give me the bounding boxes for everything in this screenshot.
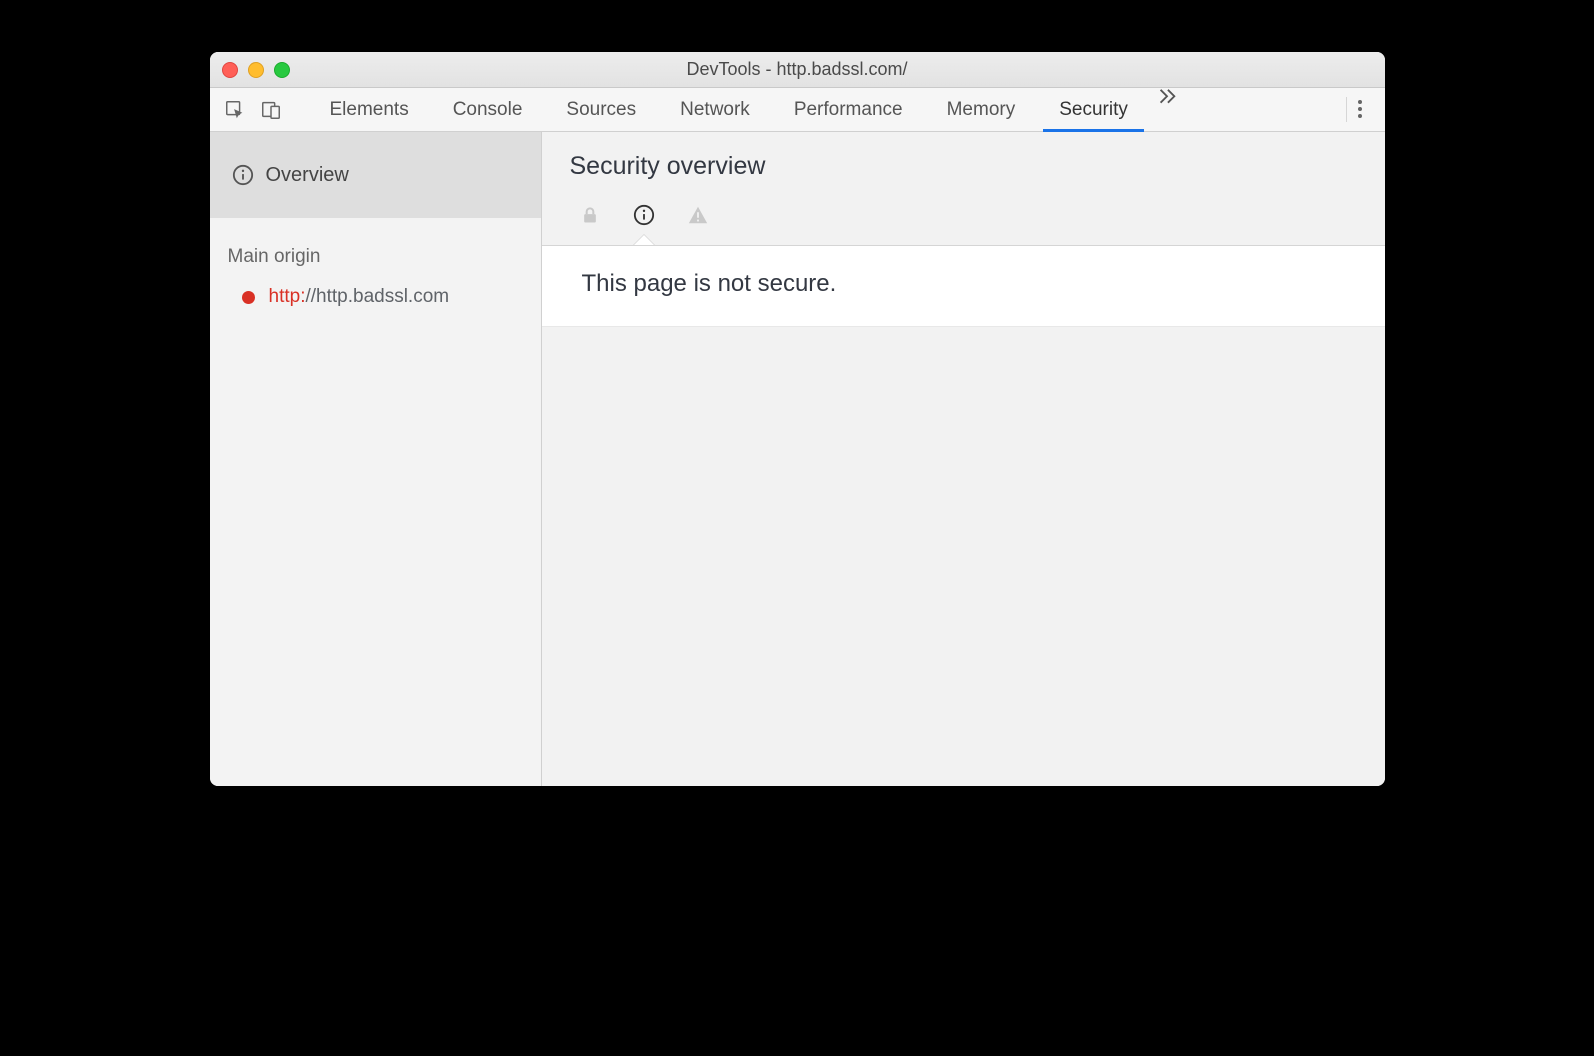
security-main: Security overview	[542, 132, 1385, 786]
panel-tabs: Elements Console Sources Network Perform…	[308, 88, 1178, 131]
origin-scheme: http:	[269, 286, 306, 307]
origin-rest: //http.badssl.com	[305, 286, 449, 307]
origin-url: http://http.badssl.com	[269, 286, 450, 308]
warning-icon[interactable]	[686, 203, 710, 227]
toolbar-icon-group	[224, 99, 282, 121]
tab-network[interactable]: Network	[658, 88, 772, 131]
tab-sources[interactable]: Sources	[544, 88, 658, 131]
titlebar[interactable]: DevTools - http.badssl.com/	[210, 52, 1385, 88]
devtools-window: DevTools - http.badssl.com/ Elements Con…	[210, 52, 1385, 786]
security-status-icons	[570, 181, 1357, 245]
device-toolbar-icon[interactable]	[260, 99, 282, 121]
close-button[interactable]	[222, 62, 238, 78]
settings-menu-icon[interactable]	[1346, 97, 1373, 123]
info-status-icon[interactable]	[632, 203, 656, 227]
window-title: DevTools - http.badssl.com/	[210, 59, 1385, 80]
overview-label: Overview	[266, 164, 349, 187]
info-icon	[232, 164, 254, 186]
status-dot-insecure-icon	[242, 291, 255, 304]
tab-console[interactable]: Console	[431, 88, 545, 131]
main-origin-header: Main origin	[210, 218, 541, 282]
overflow-tabs-icon[interactable]	[1156, 88, 1178, 131]
origin-row[interactable]: http://http.badssl.com	[210, 282, 541, 312]
lock-icon[interactable]	[578, 203, 602, 227]
tab-performance[interactable]: Performance	[772, 88, 925, 131]
minimize-button[interactable]	[248, 62, 264, 78]
main-header: Security overview	[542, 132, 1385, 245]
inspect-element-icon[interactable]	[224, 99, 246, 121]
devtools-toolbar: Elements Console Sources Network Perform…	[210, 88, 1385, 132]
panel-body: Overview Main origin http://http.badssl.…	[210, 132, 1385, 786]
tab-memory[interactable]: Memory	[925, 88, 1038, 131]
security-message: This page is not secure.	[542, 245, 1385, 327]
zoom-button[interactable]	[274, 62, 290, 78]
tab-elements[interactable]: Elements	[308, 88, 431, 131]
traffic-lights	[222, 62, 290, 78]
sidebar-overview[interactable]: Overview	[210, 132, 541, 218]
security-overview-title: Security overview	[570, 152, 1357, 181]
security-sidebar: Overview Main origin http://http.badssl.…	[210, 132, 542, 786]
tab-security[interactable]: Security	[1037, 88, 1150, 131]
